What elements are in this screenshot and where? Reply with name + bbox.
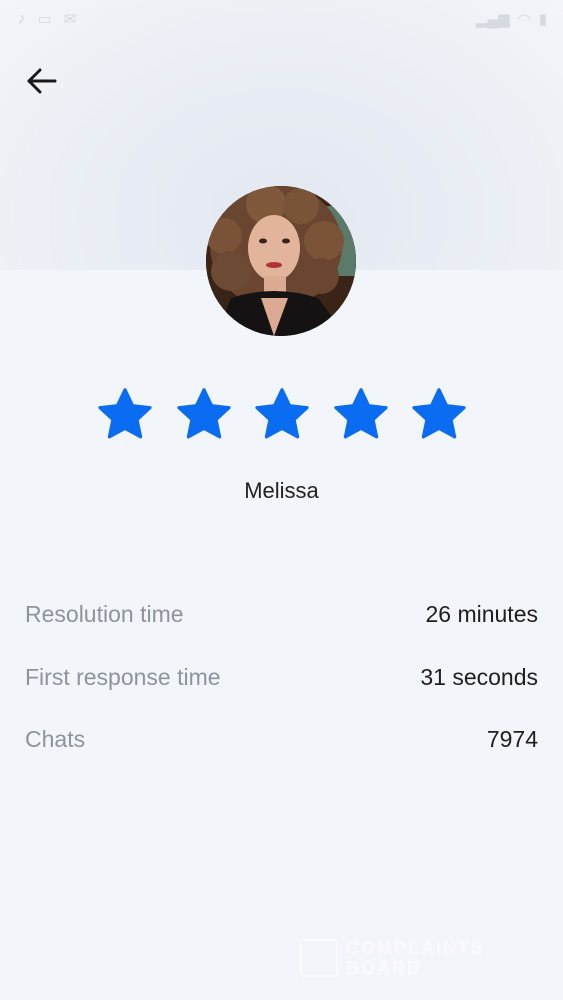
stat-value: 26 minutes (425, 601, 538, 627)
battery-icon: ▮ (538, 11, 547, 28)
stat-row-chats: Chats 7974 (25, 720, 538, 783)
agent-name: Melissa (244, 478, 319, 503)
wifi-icon: ◠ (517, 11, 531, 28)
star-icon (171, 382, 237, 448)
stats-list: Resolution time 26 minutes First respons… (25, 595, 538, 783)
stat-value: 31 seconds (420, 663, 538, 690)
star-icon (406, 382, 472, 448)
stat-label: Chats (25, 726, 86, 752)
watermark-logo-icon (300, 939, 338, 977)
stat-label: Resolution time (25, 601, 184, 627)
stat-row-resolution-time: Resolution time 26 minutes (25, 595, 538, 658)
stat-row-first-response-time: First response time 31 seconds (25, 658, 538, 721)
rating-stars (92, 382, 472, 448)
watermark-line2: BOARD (346, 958, 422, 978)
message-icon: ✉ (63, 11, 77, 28)
music-note-icon: ♪ (18, 10, 26, 27)
status-bar: ♪ ▭ ✉ ▂▄▆ ◠ ▮ (0, 0, 563, 36)
avatar (206, 186, 356, 336)
star-icon (328, 382, 394, 448)
sim-icon: ▭ (37, 11, 52, 28)
star-icon (92, 382, 158, 448)
signal-icon: ▂▄▆ (475, 11, 510, 28)
back-button[interactable] (20, 60, 62, 102)
arrow-left-icon (27, 68, 57, 94)
watermark: COMPLAINTS BOARD (300, 934, 520, 982)
stat-value: 7974 (486, 726, 538, 752)
stat-label: First response time (25, 663, 221, 690)
watermark-line1: COMPLAINTS (346, 938, 485, 958)
star-icon (249, 382, 315, 448)
